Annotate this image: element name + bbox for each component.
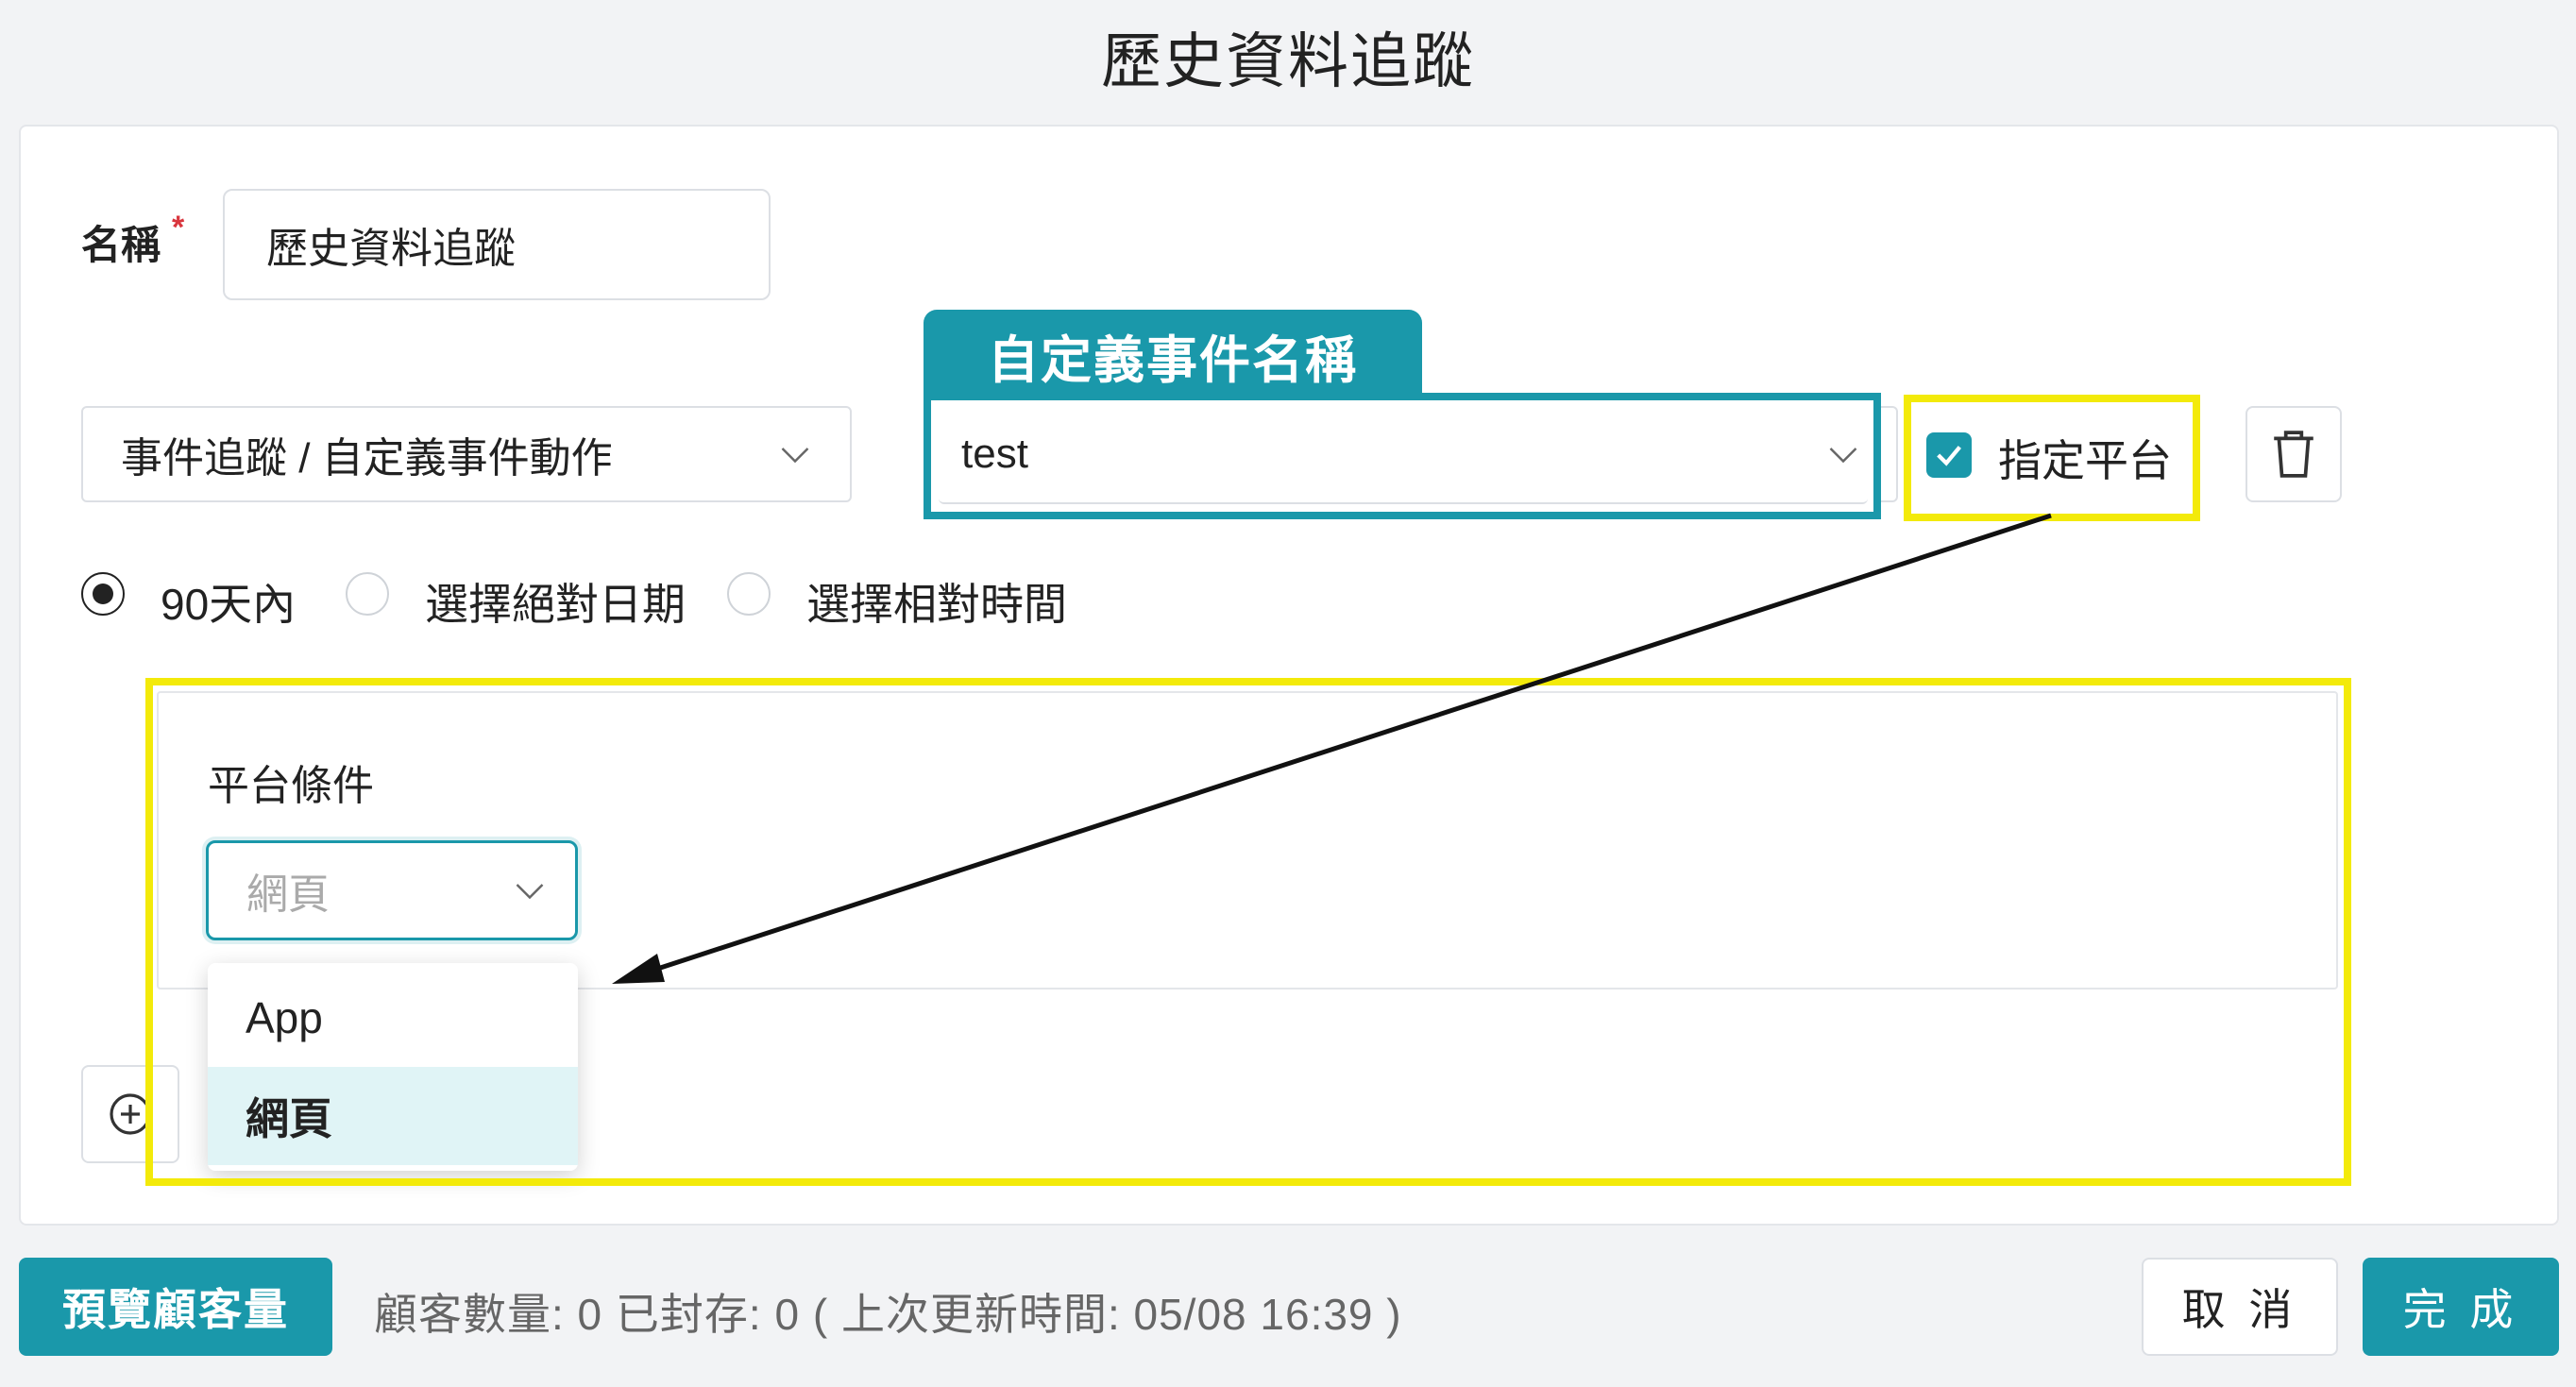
annotation-arrow bbox=[612, 513, 2052, 984]
done-button[interactable]: 完 成 bbox=[2363, 1258, 2559, 1356]
preview-customers-button[interactable]: 預覽顧客量 bbox=[19, 1258, 332, 1356]
customer-count-status: 顧客數量: 0 已封存: 0 ( 上次更新時間: 05/08 16:39 ) bbox=[374, 1290, 1402, 1339]
cancel-button[interactable]: 取 消 bbox=[2142, 1258, 2338, 1356]
